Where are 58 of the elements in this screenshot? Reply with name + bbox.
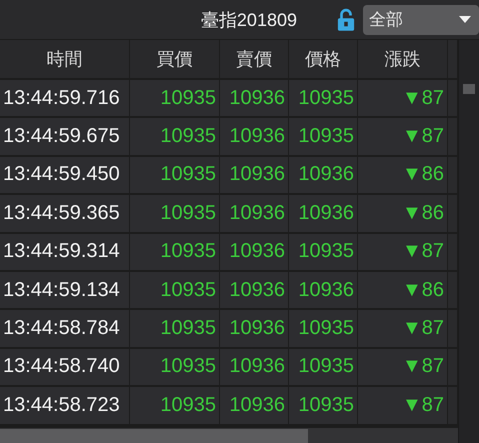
table-cell: 10936 xyxy=(289,195,358,234)
table-cell: 10935 xyxy=(130,272,220,310)
table-cell: 10935 xyxy=(130,118,220,157)
table-cell: ▼87 xyxy=(358,118,448,157)
table-cell: 10936 xyxy=(220,195,289,234)
unlocked-padlock-icon[interactable] xyxy=(337,8,355,32)
table-cell: 10936 xyxy=(220,156,289,196)
scrollbar-thumb[interactable] xyxy=(463,84,475,94)
table-cell: 10935 xyxy=(130,156,220,196)
filter-dropdown[interactable]: 全部 xyxy=(363,4,479,34)
horizontal-scrollbar[interactable] xyxy=(0,428,458,443)
table-cell: 13:44:59.314 xyxy=(0,234,130,272)
table-cell: 13:44:59.365 xyxy=(0,195,130,234)
column-header[interactable]: 漲跌 xyxy=(358,40,448,80)
table-cell: 13:44:59.450 xyxy=(0,156,130,196)
table-cell: 10935 xyxy=(130,387,220,426)
table-cell: 10935 xyxy=(130,234,220,272)
table-cell: ▼86 xyxy=(358,195,448,234)
table-cell: 10935 xyxy=(130,310,220,349)
table-cell: ▼87 xyxy=(358,387,448,426)
table-cell: 10935 xyxy=(289,348,358,388)
table-cell: 13:44:59.134 xyxy=(0,272,130,310)
column-header[interactable]: 賣價 xyxy=(220,40,289,80)
table-cell: 10935 xyxy=(130,348,220,388)
table-cell: 10935 xyxy=(289,118,358,157)
table-cell: 10936 xyxy=(220,80,289,118)
vertical-scrollbar[interactable] xyxy=(458,40,479,443)
table-cell: 10935 xyxy=(289,234,358,272)
table-cell: 10936 xyxy=(220,118,289,157)
table-cell: ▼87 xyxy=(358,348,448,388)
table-cell: 13:44:59.716 xyxy=(0,80,130,118)
column-header[interactable]: 買價 xyxy=(130,40,220,80)
table-cell: 10936 xyxy=(220,387,289,426)
table-cell: 10936 xyxy=(220,234,289,272)
table-cell: 13:44:59.675 xyxy=(0,118,130,157)
window-title: 臺指201809 xyxy=(200,8,297,32)
caret-icon xyxy=(459,16,471,23)
column-header[interactable]: 價格 xyxy=(289,40,358,80)
table-cell: 10936 xyxy=(220,272,289,310)
table-cell: 10935 xyxy=(130,80,220,118)
table-cell: ▼86 xyxy=(358,156,448,196)
table-cell: 10936 xyxy=(289,272,358,310)
table-cell: 10936 xyxy=(220,348,289,388)
table-cell: 10936 xyxy=(220,310,289,349)
table-cell: 10935 xyxy=(289,387,358,426)
table-cell: 10935 xyxy=(289,80,358,118)
table-cell: ▼87 xyxy=(358,80,448,118)
table-cell: ▼86 xyxy=(358,272,448,310)
column-header[interactable]: 時間 xyxy=(0,40,130,80)
scrollbar-thumb[interactable] xyxy=(0,428,308,443)
table-cell: ▼87 xyxy=(358,310,448,349)
table-cell: 13:44:58.784 xyxy=(0,310,130,349)
table-cell: ▼87 xyxy=(358,234,448,272)
table-cell: 10935 xyxy=(289,310,358,349)
table-cell: 10935 xyxy=(130,195,220,234)
table-cell: 13:44:58.723 xyxy=(0,387,130,426)
table-cell: 10936 xyxy=(289,156,358,196)
table-cell: 13:44:58.740 xyxy=(0,348,130,388)
